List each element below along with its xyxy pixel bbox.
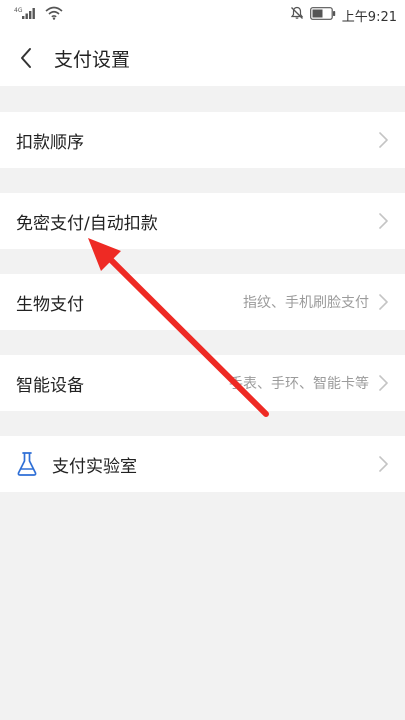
row-label: 生物支付 [16, 294, 84, 315]
status-bar: 4G 上午9:21 [0, 0, 405, 30]
status-bar-right: 上午9:21 [290, 6, 397, 25]
back-button[interactable] [4, 30, 48, 86]
cellular-signal-icon: 4G [14, 6, 40, 24]
status-time: 上午9:21 [341, 9, 397, 25]
row-label: 免密支付/自动扣款 [16, 213, 158, 234]
status-bar-left: 4G [14, 6, 63, 24]
row-smart-devices[interactable]: 智能设备 手表、手环、智能卡等 [0, 355, 405, 411]
chevron-right-icon [379, 132, 388, 148]
row-label: 扣款顺序 [16, 132, 84, 153]
row-password-free-payment[interactable]: 免密支付/自动扣款 [0, 193, 405, 249]
row-value: 指纹、手机刷脸支付 [243, 295, 369, 311]
flask-icon [17, 452, 37, 476]
row-payment-lab[interactable]: 支付实验室 [0, 436, 405, 492]
page-title: 支付设置 [54, 48, 131, 71]
row-label: 支付实验室 [52, 456, 137, 477]
chevron-right-icon [379, 294, 388, 310]
row-label: 智能设备 [16, 375, 84, 396]
mute-icon [290, 6, 304, 24]
battery-icon [309, 6, 336, 24]
top-nav-bar: 支付设置 [0, 30, 405, 86]
wifi-icon [45, 6, 63, 24]
network-tag: 4G [14, 7, 23, 14]
row-value: 手表、手环、智能卡等 [229, 376, 369, 392]
chevron-right-icon [379, 213, 388, 229]
chevron-right-icon [379, 375, 388, 391]
back-arrow-icon [21, 48, 31, 68]
row-deduction-order[interactable]: 扣款顺序 [0, 112, 405, 168]
chevron-right-icon [379, 456, 388, 472]
row-biometric-payment[interactable]: 生物支付 指纹、手机刷脸支付 [0, 274, 405, 330]
